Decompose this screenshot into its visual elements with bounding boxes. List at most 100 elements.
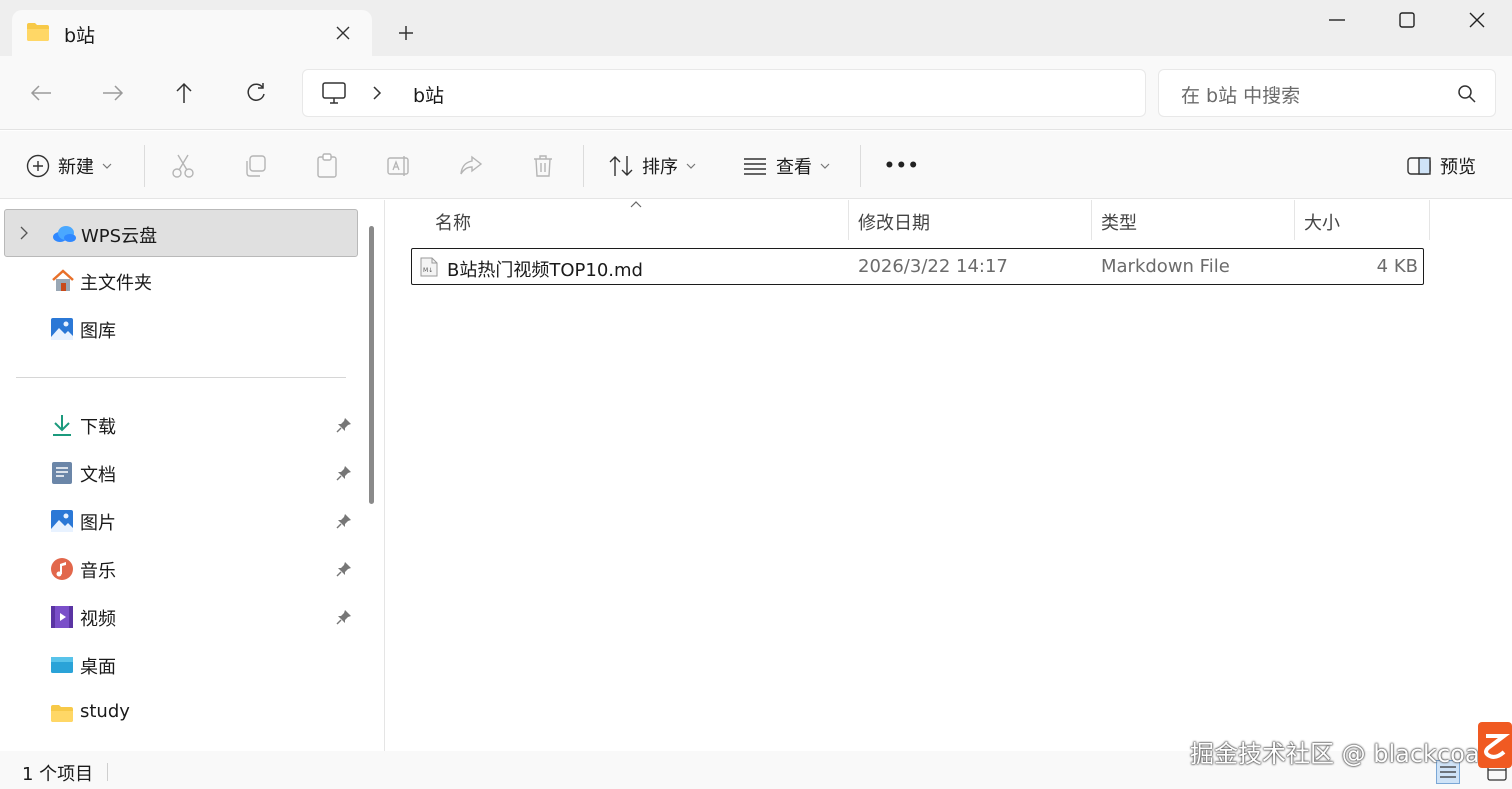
markdown-file-icon: M↓ <box>420 257 438 277</box>
sidebar-item-documents[interactable]: 文档 <box>4 449 358 497</box>
column-header-type[interactable]: 类型 <box>1101 209 1137 235</box>
document-icon <box>50 461 74 485</box>
clipboard-icon <box>317 153 337 178</box>
new-button[interactable]: 新建 <box>26 151 112 181</box>
view-label: 查看 <box>776 157 812 178</box>
file-size: 4 KB <box>1376 256 1418 277</box>
chevron-right-icon[interactable] <box>19 225 29 241</box>
paste-button[interactable] <box>312 151 342 181</box>
video-icon <box>50 605 74 629</box>
tab-close-button[interactable] <box>330 21 356 45</box>
sort-icon <box>609 156 633 176</box>
sidebar-item-label: 图库 <box>80 321 116 342</box>
cut-button[interactable] <box>168 151 198 181</box>
pin-icon[interactable] <box>336 513 352 529</box>
refresh-button[interactable] <box>241 78 271 108</box>
column-divider[interactable] <box>1429 200 1430 240</box>
sidebar-item-desktop[interactable]: 桌面 <box>4 641 358 689</box>
scissors-icon <box>172 154 194 178</box>
sidebar-item-study[interactable]: study <box>4 689 358 737</box>
column-header-modified[interactable]: 修改日期 <box>858 209 930 235</box>
sidebar-scrollbar[interactable] <box>369 226 374 504</box>
status-divider <box>107 763 108 781</box>
chevron-right-icon[interactable] <box>371 84 383 102</box>
column-divider[interactable] <box>1294 200 1295 240</box>
download-icon <box>50 413 74 437</box>
sidebar-item-videos[interactable]: 视频 <box>4 593 358 641</box>
watermark-text: 掘金技术社区 @ blackcoal <box>1190 740 1487 768</box>
sidebar-item-gallery[interactable]: 图库 <box>4 305 358 353</box>
pictures-icon <box>50 509 74 533</box>
arrow-up-icon <box>176 82 192 103</box>
more-options-button[interactable]: ••• <box>884 151 920 181</box>
delete-button[interactable] <box>528 151 558 181</box>
toolbar-divider <box>583 145 584 187</box>
sidebar-item-label: WPS云盘 <box>81 226 158 247</box>
sidebar-item-music[interactable]: 音乐 <box>4 545 358 593</box>
chevron-down-icon <box>102 163 112 169</box>
gallery-icon <box>50 317 74 341</box>
new-label: 新建 <box>58 157 94 178</box>
maximize-icon <box>1399 12 1415 28</box>
pin-icon[interactable] <box>336 465 352 481</box>
preview-label: 预览 <box>1440 157 1476 178</box>
back-button[interactable] <box>26 78 56 108</box>
share-icon <box>460 155 483 175</box>
sidebar-item-label: 主文件夹 <box>80 273 152 294</box>
refresh-icon <box>247 83 265 101</box>
item-count: 1 个项目 <box>22 764 94 785</box>
file-name[interactable]: B站热门视频TOP10.md <box>447 256 643 282</box>
search-placeholder[interactable]: 在 b站 中搜索 <box>1181 81 1300 108</box>
column-header-name[interactable]: 名称 <box>435 209 471 235</box>
sort-button[interactable]: 排序 <box>608 151 696 181</box>
breadcrumb-item[interactable]: b站 <box>413 81 444 108</box>
table-row[interactable]: M↓ B站热门视频TOP10.md 2026/3/22 14:17 Markdo… <box>411 248 1424 285</box>
add-circle-icon <box>26 154 50 178</box>
column-header-size[interactable]: 大小 <box>1304 209 1340 235</box>
pin-icon[interactable] <box>336 609 352 625</box>
maximize-button[interactable] <box>1372 0 1442 40</box>
sidebar-item-home[interactable]: 主文件夹 <box>4 257 358 305</box>
sidebar-item-label: 视频 <box>80 609 116 630</box>
pin-icon[interactable] <box>336 561 352 577</box>
home-icon <box>50 269 74 293</box>
sort-label: 排序 <box>642 157 678 178</box>
plus-icon <box>399 26 413 40</box>
sidebar-item-downloads[interactable]: 下载 <box>4 401 358 449</box>
folder-icon <box>50 701 74 725</box>
minimize-button[interactable] <box>1302 0 1372 40</box>
forward-button[interactable] <box>98 78 128 108</box>
navigation-bar: b站 在 b站 中搜索 <box>0 56 1512 130</box>
folder-icon <box>26 22 50 42</box>
search-box[interactable]: 在 b站 中搜索 <box>1158 69 1496 117</box>
file-modified: 2026/3/22 14:17 <box>858 256 1008 277</box>
column-divider[interactable] <box>1091 200 1092 240</box>
computer-icon <box>321 81 347 105</box>
sidebar-item-label: 桌面 <box>80 657 116 678</box>
new-tab-button[interactable] <box>392 19 420 47</box>
sidebar-item-pictures[interactable]: 图片 <box>4 497 358 545</box>
search-icon[interactable] <box>1457 84 1477 104</box>
rename-button[interactable] <box>384 151 414 181</box>
cloud-icon <box>51 222 76 246</box>
desktop-icon <box>50 653 74 677</box>
share-button[interactable] <box>456 151 486 181</box>
sidebar-item-label: 下载 <box>80 417 116 438</box>
copy-button[interactable] <box>240 151 270 181</box>
sidebar-item-label: study <box>80 701 130 722</box>
up-button[interactable] <box>169 78 199 108</box>
preview-pane-button[interactable]: 预览 <box>1406 151 1476 181</box>
music-icon <box>50 557 74 581</box>
list-view-icon <box>744 158 766 175</box>
address-bar[interactable]: b站 <box>302 69 1146 117</box>
view-button[interactable]: 查看 <box>742 151 830 181</box>
sidebar-item-wps-cloud[interactable]: WPS云盘 <box>4 209 358 257</box>
close-window-button[interactable] <box>1442 0 1512 40</box>
column-divider[interactable] <box>848 200 849 240</box>
chevron-down-icon <box>820 163 830 169</box>
sort-ascending-icon <box>630 200 642 208</box>
tab-b-zhan[interactable]: b站 <box>12 10 372 56</box>
toolbar-divider <box>144 145 145 187</box>
more-icon: ••• <box>884 156 920 176</box>
pin-icon[interactable] <box>336 417 352 433</box>
